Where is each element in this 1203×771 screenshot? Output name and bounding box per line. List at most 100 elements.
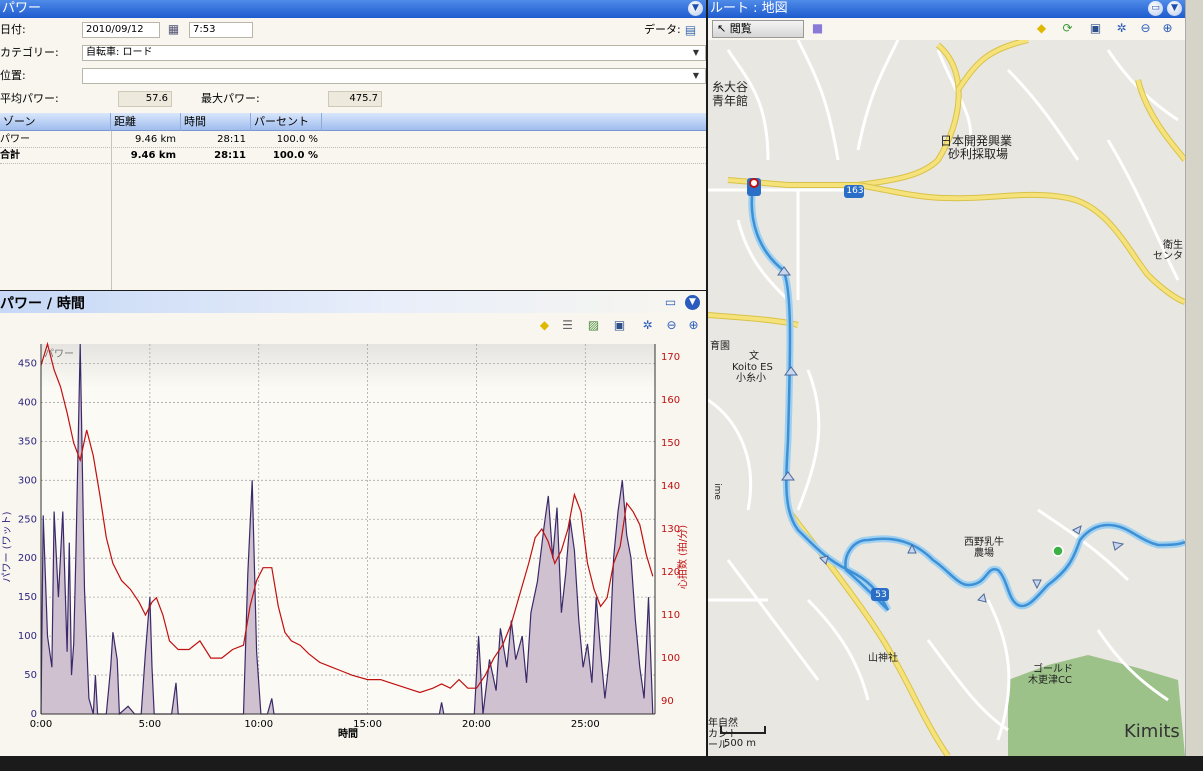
zoom-in-icon[interactable]: ⊕ [1160, 21, 1175, 36]
max-power-label: 最大パワー: [201, 92, 260, 105]
y2-tick-label: 110 [661, 610, 680, 621]
chart-toolbar: ◆ ☰ ▨ ▣ ✲ ⊖ ⊕ [0, 315, 706, 337]
series-name-label: パワー [44, 348, 74, 360]
map-label-company2: 砂利採取場 [948, 147, 1009, 161]
map-label-eisei2: センタ [1153, 251, 1183, 262]
y2-tick-label: 170 [661, 352, 680, 363]
chevron-down-icon[interactable]: ▼ [689, 69, 703, 83]
y2-tick-label: 150 [661, 438, 680, 449]
chart-icon[interactable]: ▨ [586, 318, 601, 333]
y2-tick-label: 90 [661, 696, 674, 707]
y-tick-label: 450 [18, 358, 37, 369]
diamond-icon[interactable]: ◆ [537, 318, 552, 333]
percent-cell: 100.0 % [276, 134, 318, 145]
map-scale-label: 500 m [724, 738, 757, 749]
location-label: 位置: [0, 69, 26, 82]
col-percent[interactable]: パーセント [251, 113, 322, 131]
category-select[interactable]: 自転車: ロード ▼ [82, 45, 706, 61]
y2-axis-title: 心拍数 (拍/分) [676, 525, 689, 589]
select-square-icon[interactable]: ■ [810, 21, 825, 36]
x-tick-label: 25:00 [571, 719, 600, 730]
time-cell: 28:11 [217, 134, 246, 145]
power-time-chart[interactable]: 0501001502002503003504004509010011012013… [0, 337, 706, 756]
map-label-school2: 小糸小 [736, 373, 766, 384]
avg-power-value: 57.6 [118, 91, 172, 107]
map-label-farm1: 西野乳牛 [964, 537, 1004, 548]
refresh-icon[interactable]: ⟳ [1060, 21, 1075, 36]
col-time[interactable]: 時間 [181, 113, 251, 131]
category-row: カテゴリー: 自転車: ロード ▼ [0, 43, 706, 63]
map-panel-titlebar: ルート : 地図 ▭ ▼ [708, 0, 1185, 18]
table-row[interactable]: パワー 9.46 km 28:11 100.0 % [0, 133, 706, 148]
settings-icon[interactable]: ✲ [1114, 21, 1129, 36]
power-panel-titlebar: パワー ▼ [0, 0, 706, 18]
map-label-seinen: 青年館 [712, 94, 749, 108]
list-icon[interactable]: ☰ [560, 318, 575, 333]
date-label: 日付: [0, 23, 26, 36]
y-tick-label: 250 [18, 514, 37, 525]
distance-cell: 9.46 km [130, 150, 176, 161]
layout-icon[interactable]: ▭ [663, 295, 678, 310]
table-row-total[interactable]: 合計 9.46 km 28:11 100.0 % [0, 149, 706, 164]
percent-cell: 100.0 % [272, 150, 318, 161]
start-marker[interactable] [747, 178, 761, 196]
y-tick-label: 150 [18, 592, 37, 603]
chart-panel-titlebar: パワー / 時間 ▭ ▼ [0, 291, 706, 313]
map-label-ikuen: 育園 [710, 341, 730, 352]
map-label-eisei1: 衛生 [1163, 240, 1183, 251]
date-field[interactable]: 2010/09/12 [82, 22, 160, 38]
y2-tick-label: 100 [661, 653, 680, 664]
map-label-route163: 163 [846, 186, 864, 196]
y-tick-label: 300 [18, 475, 37, 486]
zone-cell: パワー [0, 134, 30, 145]
data-label: データ: [644, 23, 681, 36]
col-zone[interactable]: ゾーン [0, 113, 111, 131]
date-row: 日付: 2010/09/12 ▦ 7:53 データ: ▤ [0, 20, 706, 40]
map-label-company1: 日本開発興業 [940, 134, 1013, 148]
y-tick-label: 100 [18, 631, 37, 642]
y2-tick-label: 140 [661, 481, 680, 492]
x-axis-title: 時間 [338, 727, 358, 740]
power-stats-row: 平均パワー: 57.6 最大パワー: 475.7 [0, 89, 706, 109]
map-scrollbar[interactable] [1185, 0, 1203, 756]
browse-button[interactable]: ↖ 閲覧 [712, 20, 804, 38]
zoom-out-icon[interactable]: ⊖ [664, 318, 679, 333]
save-icon[interactable]: ▣ [612, 318, 627, 333]
location-select[interactable]: ▼ [82, 68, 706, 84]
category-value: 自転車: ロード [86, 47, 153, 58]
zoom-in-icon[interactable]: ⊕ [686, 318, 701, 333]
y-axis-title: パワー (ワット) [1, 511, 13, 582]
layout-icon[interactable]: ▭ [1148, 1, 1163, 16]
map-label-kome: ime [711, 483, 722, 500]
panel-menu-icon[interactable]: ▼ [685, 295, 700, 310]
time-field[interactable]: 7:53 [189, 22, 253, 38]
diamond-icon[interactable]: ◆ [1034, 21, 1049, 36]
panel-menu-icon[interactable]: ▼ [1167, 1, 1182, 16]
category-label: カテゴリー: [0, 46, 59, 59]
power-panel-title: パワー [2, 1, 42, 16]
map-label-farm2: 農場 [974, 548, 994, 559]
zones-table: ゾーン 距離 時間 パーセント パワー 9.46 km 28:11 100.0 … [0, 113, 706, 290]
end-marker[interactable] [1052, 545, 1064, 557]
map-label-shrine: 山神社 [868, 653, 898, 664]
y2-tick-label: 160 [661, 395, 680, 406]
zoom-out-icon[interactable]: ⊖ [1138, 21, 1153, 36]
col-distance[interactable]: 距離 [111, 113, 181, 131]
map-label-route53: 53 [875, 590, 887, 600]
y-tick-label: 50 [24, 670, 37, 681]
map-label-itoi: 糸大谷 [712, 80, 749, 94]
settings-icon[interactable]: ✲ [640, 318, 655, 333]
cursor-icon: ↖ [717, 22, 727, 35]
scale-bar-right [764, 726, 766, 734]
save-icon[interactable]: ▣ [1088, 21, 1103, 36]
chart-panel: パワー / 時間 ▭ ▼ ◆ ☰ ▨ ▣ ✲ ⊖ ⊕ 0 50 100 150 200 2… [0, 291, 706, 756]
calendar-icon[interactable]: ▦ [166, 22, 181, 37]
data-calculator-icon[interactable]: ▤ [683, 23, 698, 38]
panel-menu-icon[interactable]: ▼ [688, 1, 703, 16]
time-cell: 28:11 [214, 150, 246, 161]
map-label-golf2: 木更津CC [1028, 675, 1072, 686]
zone-cell: 合計 [0, 150, 20, 161]
y-tick-label: 200 [18, 553, 37, 564]
map-label-nature1: 年自然 [708, 718, 738, 729]
chevron-down-icon[interactable]: ▼ [689, 46, 703, 60]
